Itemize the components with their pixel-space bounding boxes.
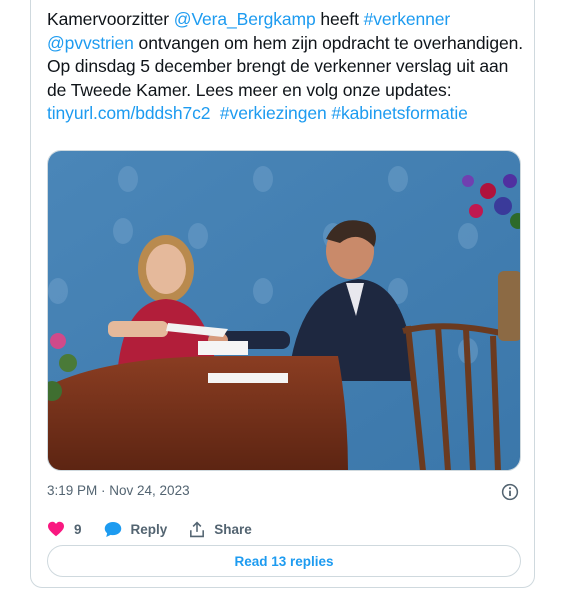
like-count: 9	[74, 521, 82, 537]
url-link[interactable]: tinyurl.com/bddsh7c2	[47, 103, 210, 123]
tweet-actions: 9 Reply Share	[47, 518, 274, 540]
tweet-seg: heeft	[315, 9, 364, 29]
tweet-card: Kamervoorzitter @Vera_Bergkamp heeft #ve…	[30, 0, 535, 588]
mention-link[interactable]: @pvvstrien	[47, 33, 134, 53]
mention-link[interactable]: @Vera_Bergkamp	[174, 9, 316, 29]
share-button[interactable]: Share	[189, 520, 252, 538]
share-arrow-icon	[190, 520, 205, 537]
photo-illustration	[48, 151, 520, 470]
hashtag-link[interactable]: #verkenner	[364, 9, 451, 29]
read-replies-label: Read 13 replies	[234, 553, 334, 569]
hashtag-link[interactable]: #verkiezingen	[220, 103, 327, 123]
hashtag-link[interactable]: #kabinetsformatie	[331, 103, 468, 123]
read-replies-button[interactable]: Read 13 replies	[47, 545, 521, 577]
reply-label: Reply	[130, 521, 168, 537]
tweet-meta: 3:19 PM · Nov 24, 2023	[47, 483, 521, 503]
tweet-photo[interactable]	[47, 150, 521, 471]
speech-bubble-icon	[104, 521, 121, 537]
tweet-seg	[210, 103, 220, 123]
like-button[interactable]: 9	[47, 521, 82, 537]
share-label: Share	[214, 521, 252, 537]
tweet-text: Kamervoorzitter @Vera_Bergkamp heeft #ve…	[47, 8, 525, 126]
timestamp-link[interactable]: 3:19 PM · Nov 24, 2023	[47, 483, 190, 498]
tweet-seg: Kamervoorzitter	[47, 9, 174, 29]
info-icon[interactable]	[501, 483, 519, 501]
reply-button[interactable]: Reply	[104, 521, 168, 538]
heart-icon	[48, 521, 64, 537]
